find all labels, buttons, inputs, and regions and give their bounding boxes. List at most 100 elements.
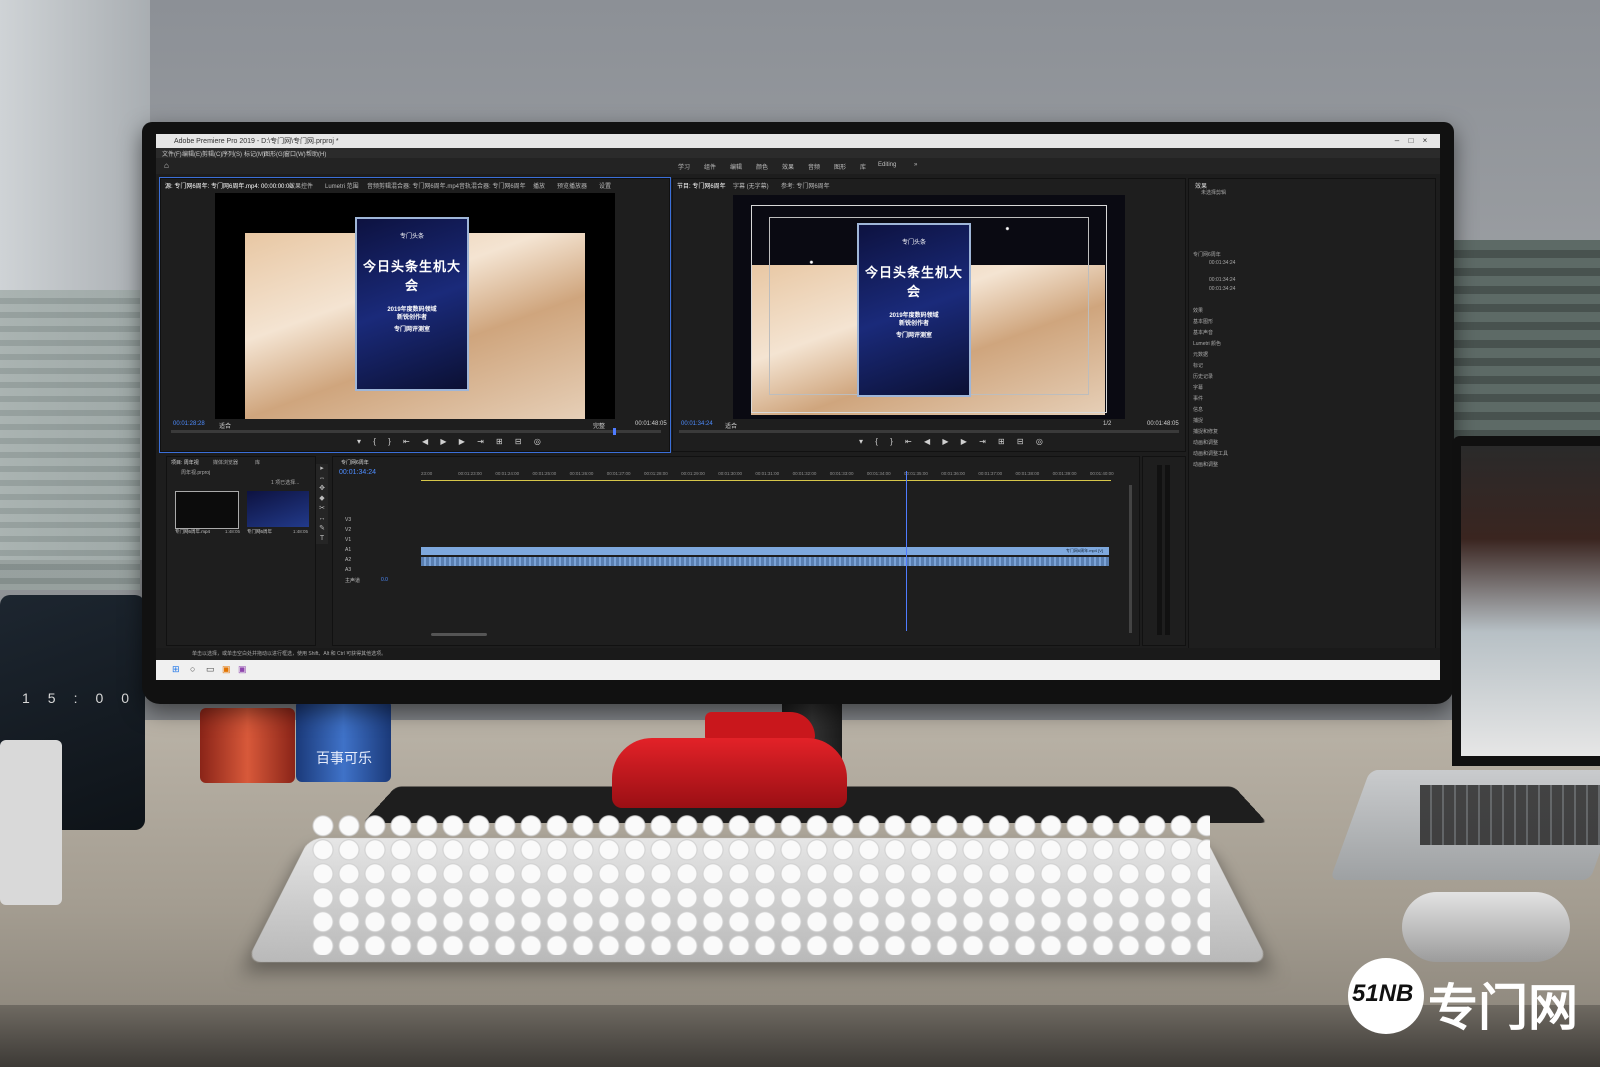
tab-lumetri-scopes[interactable]: Lumetri 范围 xyxy=(325,181,359,190)
clip-meta-1: 00:01:34:24 xyxy=(1209,260,1236,266)
tab-audio-clip-mixer[interactable]: 音频剪辑混合器: 专门网6周年.mp4 xyxy=(367,181,459,190)
program-fit-select[interactable]: 适合 xyxy=(725,421,737,430)
project-item-thumbnail-1[interactable] xyxy=(175,491,239,529)
workspace-assembly[interactable]: 组件 xyxy=(704,162,716,171)
panel-list-lumetri[interactable]: Lumetri 颜色 xyxy=(1193,340,1221,347)
close-button[interactable]: × xyxy=(1420,136,1430,145)
tab-project[interactable]: 项目: 周年视 xyxy=(171,459,199,466)
track-master[interactable]: 主声道 xyxy=(345,577,360,584)
panel-list-effects[interactable]: 效果 xyxy=(1193,307,1203,314)
source-fit-select[interactable]: 适合 xyxy=(219,421,231,430)
video-clip[interactable]: 专门网6周年.mp4 [V] xyxy=(421,547,1109,555)
panel-list-essential-sound[interactable]: 基本声音 xyxy=(1193,329,1213,336)
timeline-vertical-scrollbar[interactable] xyxy=(1129,485,1132,633)
source-scrub-bar[interactable] xyxy=(171,430,661,433)
project-selection-count: 1 项已选择... xyxy=(271,480,300,486)
source-quality-select[interactable]: 完整 xyxy=(593,421,605,430)
project-item-name-2[interactable]: 专门网6周年 xyxy=(247,529,272,535)
ruler-label: 00:01:27:00 xyxy=(606,471,631,476)
program-transport-controls[interactable]: ▾ { } ⇤ ◀ ▶ ▶ ⇥ ⊞ ⊟ ◎ xyxy=(859,437,1048,446)
source-timecode-in[interactable]: 00:01:28:28 xyxy=(173,421,205,427)
award-subtitle-2: 新锐创作者 xyxy=(396,315,427,321)
panel-list-animate-tools[interactable]: 动画和调整工具 xyxy=(1193,450,1228,457)
menu-help[interactable]: 帮助(H) xyxy=(306,149,326,158)
panel-list-metadata[interactable]: 元数据 xyxy=(1193,351,1208,358)
tab-reference[interactable]: 参考: 专门网6周年 xyxy=(781,181,830,190)
track-a1[interactable]: A1 xyxy=(345,547,351,553)
work-area-bar[interactable] xyxy=(421,480,1111,481)
source-transport-controls[interactable]: ▾ { } ⇤ ◀ ▶ ▶ ⇥ ⊞ ⊟ ◎ xyxy=(357,437,546,446)
program-quality-select[interactable]: 1/2 xyxy=(1103,421,1111,427)
program-scrub-bar[interactable] xyxy=(679,430,1179,433)
project-item-name-1[interactable]: 专门网6周年.mp4 xyxy=(175,529,210,535)
workspace-learn[interactable]: 学习 xyxy=(678,162,690,171)
home-icon[interactable]: ⌂ xyxy=(164,161,169,170)
track-v2[interactable]: V2 xyxy=(345,527,351,533)
tab-program[interactable]: 节目: 专门网6周年 xyxy=(677,181,726,190)
ruler-label: 00:01:24:00 xyxy=(495,471,520,476)
task-view-icon[interactable]: ▭ xyxy=(206,664,215,675)
timeline-zoom-scrollbar[interactable] xyxy=(431,633,487,636)
menu-edit[interactable]: 编辑(E) xyxy=(182,149,202,158)
panel-list-history[interactable]: 历史记录 xyxy=(1193,373,1213,380)
program-monitor-panel: 节目: 专门网6周年 字幕 (无字幕) 参考: 专门网6周年 专门头条 今日头条… xyxy=(672,178,1186,452)
tab-effect-controls[interactable]: 效果控件 xyxy=(289,181,313,190)
workspace-custom[interactable]: Editing xyxy=(878,162,896,168)
explorer-icon[interactable]: ▣ xyxy=(222,664,231,675)
panel-list-markers[interactable]: 标记 xyxy=(1193,362,1203,369)
tab-media-browser[interactable]: 媒体浏览器 xyxy=(213,459,238,466)
menu-clip[interactable]: 剪辑(C) xyxy=(202,149,222,158)
panel-list-capture-repair[interactable]: 捕捉和修复 xyxy=(1193,428,1218,435)
tab-captions[interactable]: 字幕 (无字幕) xyxy=(733,181,769,190)
menu-window[interactable]: 窗口(W) xyxy=(284,149,306,158)
track-v3[interactable]: V3 xyxy=(345,517,351,523)
workspace-more[interactable]: » xyxy=(914,162,917,168)
tab-libraries[interactable]: 库 xyxy=(255,459,260,466)
search-icon[interactable]: ○ xyxy=(190,664,195,674)
track-a3[interactable]: A3 xyxy=(345,567,351,573)
panel-list-essential-graphics[interactable]: 基本图形 xyxy=(1193,318,1213,325)
panel-list-info[interactable]: 信息 xyxy=(1193,406,1203,413)
project-item-thumbnail-2[interactable] xyxy=(247,491,309,527)
tab-preview-player[interactable]: 预览播放器 xyxy=(557,181,587,190)
master-volume[interactable]: 0.0 xyxy=(381,577,388,583)
panel-list-animate[interactable]: 动画和调整 xyxy=(1193,439,1218,446)
track-a2[interactable]: A2 xyxy=(345,557,351,563)
timeline-timecode[interactable]: 00:01:34:24 xyxy=(339,469,376,476)
panel-list-captions[interactable]: 字幕 xyxy=(1193,384,1203,391)
workspace-libraries[interactable]: 库 xyxy=(860,162,866,171)
workspace-editing[interactable]: 编辑 xyxy=(730,162,742,171)
panel-list-capture[interactable]: 捕捉 xyxy=(1193,417,1203,424)
workspace-color[interactable]: 颜色 xyxy=(756,162,768,171)
menu-graphics[interactable]: 图形(G) xyxy=(264,149,285,158)
menu-marker[interactable]: 标记(M) xyxy=(244,149,265,158)
minimize-button[interactable]: – xyxy=(1392,136,1402,145)
menu-sequence[interactable]: 序列(S) xyxy=(222,149,242,158)
program-timecode[interactable]: 00:01:34:24 xyxy=(681,421,713,427)
source-playhead[interactable] xyxy=(613,428,616,435)
track-v1[interactable]: V1 xyxy=(345,537,351,543)
window-blind xyxy=(0,290,140,590)
panel-list-events[interactable]: 事件 xyxy=(1193,395,1203,402)
project-file-name: 周年视.prproj xyxy=(181,470,211,476)
timeline-playhead[interactable] xyxy=(906,471,907,631)
timeline-tab[interactable]: 专门网6周年 xyxy=(341,459,369,466)
clip-name: 专门网6周年 xyxy=(1193,252,1221,258)
tab-source[interactable]: 源: 专门网6周年: 专门网6周年.mp4: 00:00:00:00 xyxy=(165,181,293,190)
tab-settings[interactable]: 设置 xyxy=(599,181,611,190)
panel-list-animate-2[interactable]: 动画和调整 xyxy=(1193,461,1218,468)
windows-start-icon[interactable]: ⊞ xyxy=(172,664,180,675)
premiere-taskbar-icon[interactable]: ▣ xyxy=(238,664,247,675)
tab-audio-track-mixer[interactable]: 音轨混合器: 专门网6周年 xyxy=(459,181,526,190)
tools-panel[interactable]: ▸ ⇔ ✥ ◆ ✂ ↔ ✎ T xyxy=(316,464,328,544)
project-item-duration-2: 1:48:05 xyxy=(293,529,309,534)
clip-meta-3: 00:01:34:24 xyxy=(1209,286,1236,292)
tab-playback[interactable]: 播放 xyxy=(533,181,545,190)
audio-clip[interactable] xyxy=(421,557,1109,566)
workspace-graphics[interactable]: 图形 xyxy=(834,162,846,171)
menu-file[interactable]: 文件(F) xyxy=(162,149,182,158)
maximize-button[interactable]: □ xyxy=(1406,136,1416,145)
workspace-audio[interactable]: 音频 xyxy=(808,162,820,171)
workspace-effects[interactable]: 效果 xyxy=(782,162,794,171)
timeline-ruler[interactable]: 23:00 00:01:23:00 00:01:24:00 00:01:25:00 00… xyxy=(421,471,1127,479)
